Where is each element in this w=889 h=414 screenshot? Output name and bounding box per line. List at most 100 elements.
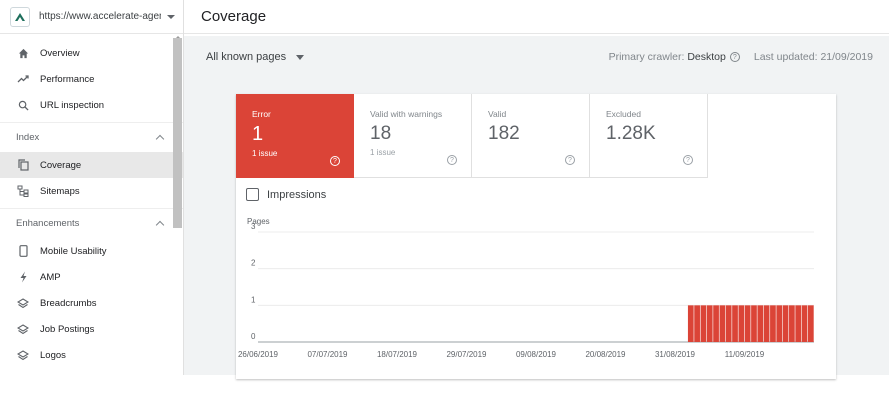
crawler-label: Primary crawler: <box>608 51 685 63</box>
coverage-card: Error 1 1 issue ? Valid with warnings 18… <box>236 94 836 379</box>
search-icon <box>16 98 30 112</box>
sidebar-item-coverage[interactable]: Coverage <box>0 152 183 178</box>
chart-bar[interactable] <box>687 305 694 342</box>
pages-filter-label: All known pages <box>206 51 287 63</box>
sitemap-icon <box>16 184 30 198</box>
bolt-icon <box>16 270 30 284</box>
chart-bar[interactable] <box>738 305 745 342</box>
y-tick-label: 0 <box>251 332 256 341</box>
pages-filter-dropdown[interactable]: All known pages <box>206 51 305 63</box>
x-tick-label: 09/08/2019 <box>516 350 557 359</box>
chart-bar[interactable] <box>732 305 738 342</box>
x-tick-label: 26/06/2019 <box>238 350 279 359</box>
y-tick-label: 1 <box>251 295 256 304</box>
sidebar-item-label: Performance <box>40 73 95 85</box>
chart-bar[interactable] <box>719 305 726 342</box>
layers-icon <box>16 322 30 336</box>
chart-bar[interactable] <box>789 305 795 342</box>
sidebar-section-index[interactable]: Index <box>0 122 183 152</box>
chart-bar[interactable] <box>700 305 707 342</box>
chart-bar[interactable] <box>713 305 719 342</box>
top-header: Coverage <box>184 0 889 34</box>
sidebar: https://www.accelerate-agen... Overview … <box>0 0 184 375</box>
tile-valid[interactable]: Valid 182 ? <box>472 94 590 178</box>
status-tiles: Error 1 1 issue ? Valid with warnings 18… <box>236 94 836 178</box>
chart-bar[interactable] <box>694 305 700 342</box>
tile-value: 1.28K <box>606 123 656 144</box>
sidebar-scrollbar[interactable] <box>173 38 182 228</box>
chart-bar[interactable] <box>706 305 713 342</box>
coverage-chart: Pages012326/06/2019 07/07/2019 18/07/2019 2… <box>238 217 814 359</box>
updated-value: 21/09/2019 <box>820 51 873 63</box>
trending-up-icon <box>16 72 30 86</box>
chart-bar[interactable] <box>776 305 783 342</box>
impressions-toggle[interactable]: Impressions <box>246 188 326 201</box>
sidebar-item-label: Sitemaps <box>40 185 80 197</box>
sidebar-item-url-inspection[interactable]: URL inspection <box>0 92 183 118</box>
chart-bar[interactable] <box>770 305 776 342</box>
tile-label: Valid <box>488 109 507 119</box>
smartphone-icon <box>16 244 30 258</box>
updated-label: Last updated: <box>753 51 818 63</box>
sidebar-item-logos[interactable]: Logos <box>0 342 183 368</box>
chevron-down-icon[interactable] <box>167 14 175 19</box>
sidebar-item-amp[interactable]: AMP <box>0 264 183 290</box>
sidebar-item-mobile-usability[interactable]: Mobile Usability <box>0 238 183 264</box>
crawl-info: Primary crawler: Desktop ? Last updated:… <box>609 51 873 63</box>
tile-label: Valid with warnings <box>370 109 443 119</box>
tile-value: 18 <box>370 123 392 144</box>
y-tick-label: 2 <box>251 259 256 268</box>
sidebar-item-label: Logos <box>40 349 66 361</box>
tile-label: Excluded <box>606 109 641 119</box>
property-selector[interactable]: https://www.accelerate-agen... <box>0 0 183 34</box>
sidebar-item-performance[interactable]: Performance <box>0 66 183 92</box>
y-tick-label: 3 <box>251 222 256 231</box>
chevron-down-icon <box>296 54 305 60</box>
sidebar-item-sitemaps[interactable]: Sitemaps <box>0 178 183 204</box>
sidebar-item-label: Breadcrumbs <box>40 297 97 309</box>
chevron-up-icon <box>155 134 165 144</box>
chart-bar[interactable] <box>757 305 764 342</box>
home-icon <box>16 46 30 60</box>
tile-error[interactable]: Error 1 1 issue ? <box>236 94 354 178</box>
property-logo-icon <box>10 6 30 27</box>
impressions-checkbox[interactable] <box>246 188 259 201</box>
x-tick-label: 11/09/2019 <box>725 350 765 359</box>
chart-bar[interactable] <box>807 305 814 342</box>
sidebar-item-label: Mobile Usability <box>40 245 107 257</box>
chart-bar[interactable] <box>751 305 757 342</box>
tile-excluded[interactable]: Excluded 1.28K ? <box>590 94 708 178</box>
impressions-label: Impressions <box>267 188 327 201</box>
sidebar-item-overview[interactable]: Overview <box>0 40 183 66</box>
sidebar-item-label: Overview <box>40 47 80 59</box>
chart-bar[interactable] <box>744 305 751 342</box>
chart-bar[interactable] <box>795 305 802 342</box>
chevron-up-icon <box>155 220 165 230</box>
section-label: Index <box>16 132 40 143</box>
file-copy-icon <box>16 158 30 172</box>
sidebar-item-job-postings[interactable]: Job Postings <box>0 316 183 342</box>
chart-bar[interactable] <box>782 305 789 342</box>
help-icon[interactable]: ? <box>447 155 457 165</box>
filter-bar: All known pages Primary crawler: Desktop… <box>184 36 889 78</box>
crawler-value: Desktop <box>687 51 726 63</box>
help-icon[interactable]: ? <box>729 52 740 62</box>
chart-bar[interactable] <box>725 305 732 342</box>
tile-label: Error <box>252 109 271 119</box>
help-icon[interactable]: ? <box>330 156 340 166</box>
sidebar-item-label: URL inspection <box>40 99 105 111</box>
tile-valid-with-warnings[interactable]: Valid with warnings 18 1 issue ? <box>354 94 472 178</box>
chart-bar[interactable] <box>763 305 770 342</box>
sidebar-item-label: Job Postings <box>40 323 95 335</box>
x-tick-label: 07/07/2019 <box>307 350 348 359</box>
chart-bar[interactable] <box>801 305 808 342</box>
sidebar-item-label: AMP <box>40 271 61 283</box>
sidebar-item-breadcrumbs[interactable]: Breadcrumbs <box>0 290 183 316</box>
help-icon[interactable]: ? <box>565 155 575 165</box>
layers-icon <box>16 296 30 310</box>
x-tick-label: 18/07/2019 <box>377 350 418 359</box>
x-tick-label: 29/07/2019 <box>446 350 487 359</box>
tile-value: 182 <box>488 123 520 144</box>
sidebar-section-enhancements[interactable]: Enhancements <box>0 208 183 238</box>
help-icon[interactable]: ? <box>683 155 693 165</box>
